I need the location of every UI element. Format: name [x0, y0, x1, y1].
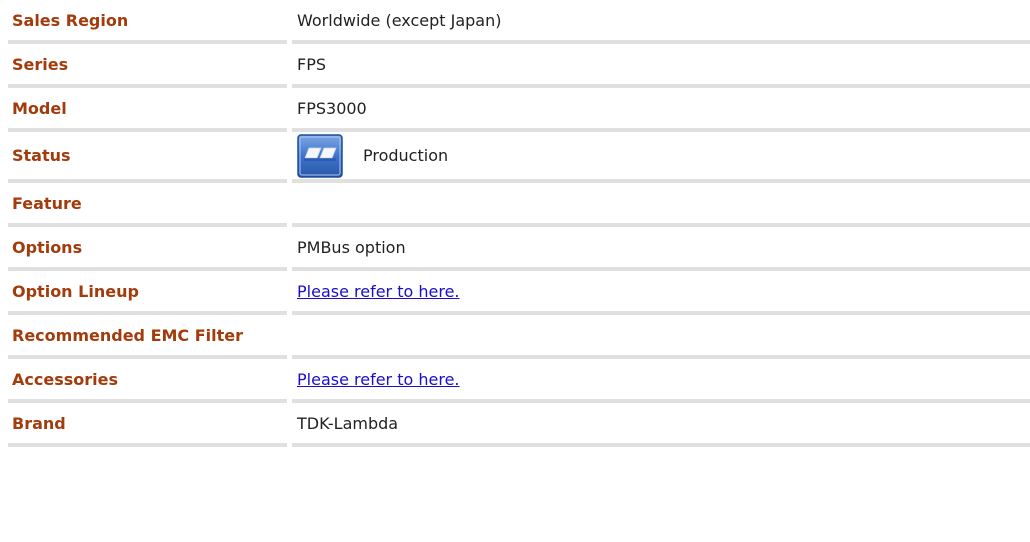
spec-value: FPS3000 — [297, 98, 367, 118]
spec-label: Status — [12, 146, 71, 165]
spec-row-status: Status Production — [0, 132, 1030, 179]
production-status-icon — [297, 133, 343, 178]
option-lineup-link[interactable]: Please refer to here. — [297, 282, 460, 301]
spec-label: Accessories — [12, 369, 118, 389]
spec-row-emc-filter: Recommended EMC Filter — [0, 315, 1030, 355]
spec-row-option-lineup: Option Lineup Please refer to here. — [0, 271, 1030, 311]
spec-label: Feature — [12, 193, 82, 213]
spec-value: PMBus option — [297, 237, 406, 257]
product-spec-table: Sales Region Worldwide (except Japan) Se… — [0, 0, 1030, 447]
spec-row-brand: Brand TDK-Lambda — [0, 403, 1030, 443]
spec-row-model: Model FPS3000 — [0, 88, 1030, 128]
spec-label: Series — [12, 54, 69, 74]
spec-row-sales-region: Sales Region Worldwide (except Japan) — [0, 0, 1030, 40]
row-divider — [0, 443, 1030, 447]
spec-label: Option Lineup — [12, 281, 139, 301]
spec-value: TDK-Lambda — [297, 413, 399, 433]
spec-row-feature: Feature — [0, 183, 1030, 223]
spec-row-accessories: Accessories Please refer to here. — [0, 359, 1030, 399]
spec-label: Sales Region — [12, 10, 129, 30]
spec-label: Model — [12, 98, 67, 118]
status-text: Production — [363, 146, 449, 165]
spec-row-series: Series FPS — [0, 44, 1030, 84]
spec-label: Recommended EMC Filter — [12, 325, 244, 345]
spec-label: Options — [12, 237, 83, 257]
spec-value: FPS — [297, 54, 327, 74]
spec-label: Brand — [12, 413, 66, 433]
spec-row-options: Options PMBus option — [0, 227, 1030, 267]
status-value: Production — [297, 133, 449, 178]
spec-value: Worldwide (except Japan) — [297, 10, 502, 30]
accessories-link[interactable]: Please refer to here. — [297, 370, 460, 389]
